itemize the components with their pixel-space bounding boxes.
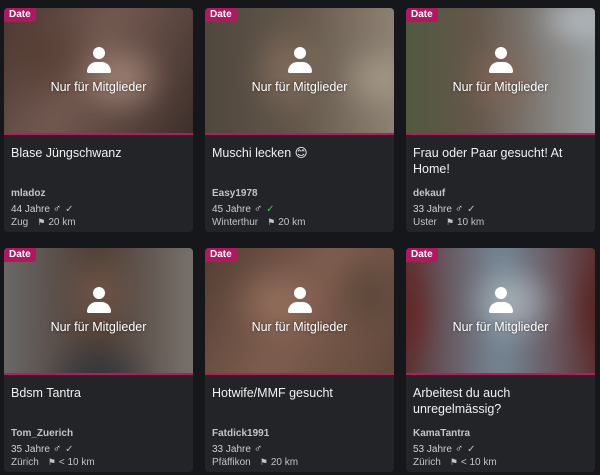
blurred-photo[interactable]: Date Nur für Mitglieder <box>205 248 394 375</box>
location-row: Pfäffikon ⚑ 20 km <box>212 457 298 468</box>
male-icon: ♂ <box>253 443 263 455</box>
date-badge: Date <box>4 8 36 22</box>
location-row: Uster ⚑ 10 km <box>413 217 484 228</box>
city: Uster <box>413 217 437 228</box>
date-badge: Date <box>205 248 237 262</box>
age-row: 53 Jahre ♂ ✓ <box>413 443 476 455</box>
male-icon: ♂ <box>52 203 62 215</box>
male-icon: ♂ <box>454 203 464 215</box>
age: 45 Jahre <box>212 203 251 215</box>
listing-title[interactable]: Frau oder Paar gesucht! At Home! <box>413 145 589 177</box>
male-icon: ♂ <box>52 443 62 455</box>
city: Pfäffikon <box>212 457 251 468</box>
blurred-photo[interactable]: Date Nur für Mitglieder <box>4 248 193 375</box>
verified-check-icon: ✓ <box>467 443 476 455</box>
city: Zürich <box>11 457 39 468</box>
city: Winterthur <box>212 217 259 228</box>
age: 44 Jahre <box>11 203 50 215</box>
location-row: Zürich ⚑ < 10 km <box>413 457 497 468</box>
user-silhouette-icon <box>488 47 513 75</box>
city: Zug <box>11 217 29 228</box>
listing-grid: Date Nur für Mitglieder Blase Jüngschwan… <box>0 0 600 475</box>
user-silhouette-icon <box>86 287 111 315</box>
members-only-label: Nur für Mitglieder <box>50 80 147 94</box>
flag-icon: ⚑ <box>445 217 454 227</box>
city: Zürich <box>413 457 441 468</box>
username[interactable]: KamaTantra <box>413 428 470 439</box>
male-icon: ♂ <box>454 443 464 455</box>
location-row: Zürich ⚑ < 10 km <box>11 457 95 468</box>
members-only-label: Nur für Mitglieder <box>251 320 348 334</box>
listing-card[interactable]: Date Nur für Mitglieder Hotwife/MMF gesu… <box>205 248 394 472</box>
age: 33 Jahre <box>212 443 251 455</box>
listing-card[interactable]: Date Nur für Mitglieder Blase Jüngschwan… <box>4 8 193 232</box>
listing-title[interactable]: Hotwife/MMF gesucht <box>212 385 388 401</box>
verified-check-icon: ✓ <box>467 203 476 215</box>
listing-title[interactable]: Bdsm Tantra <box>11 385 187 401</box>
user-silhouette-icon <box>287 47 312 75</box>
members-only-label: Nur für Mitglieder <box>452 80 549 94</box>
location-row: Zug ⚑ 20 km <box>11 217 76 228</box>
date-badge: Date <box>205 8 237 22</box>
listing-card[interactable]: Date Nur für Mitglieder Muschi lecken 😊 … <box>205 8 394 232</box>
flag-icon: ⚑ <box>259 457 268 467</box>
date-badge: Date <box>4 248 36 262</box>
members-only-label: Nur für Mitglieder <box>452 320 549 334</box>
listing-card[interactable]: Date Nur für Mitglieder Arbeitest du auc… <box>406 248 595 472</box>
age: 33 Jahre <box>413 203 452 215</box>
distance: 20 km <box>278 217 306 228</box>
flag-icon: ⚑ <box>267 217 276 227</box>
blurred-photo[interactable]: Date Nur für Mitglieder <box>4 8 193 135</box>
date-badge: Date <box>406 248 438 262</box>
male-icon: ♂ <box>253 203 263 215</box>
flag-icon: ⚑ <box>37 217 46 227</box>
members-only-label: Nur für Mitglieder <box>251 80 348 94</box>
blurred-photo[interactable]: Date Nur für Mitglieder <box>406 248 595 375</box>
username[interactable]: Tom_Zuerich <box>11 428 73 439</box>
listing-title[interactable]: Muschi lecken 😊 <box>212 145 388 161</box>
distance: 20 km <box>48 217 76 228</box>
blurred-photo[interactable]: Date Nur für Mitglieder <box>205 8 394 135</box>
age-row: 45 Jahre ♂ ✓ <box>212 203 275 215</box>
age-row: 44 Jahre ♂ ✓ <box>11 203 74 215</box>
user-silhouette-icon <box>488 287 513 315</box>
members-only-label: Nur für Mitglieder <box>50 320 147 334</box>
listing-card[interactable]: Date Nur für Mitglieder Bdsm Tantra Tom_… <box>4 248 193 472</box>
age-row: 33 Jahre ♂ <box>212 443 262 455</box>
date-badge: Date <box>406 8 438 22</box>
distance: 10 km <box>456 217 485 228</box>
verified-check-icon: ✓ <box>65 443 74 455</box>
listing-title[interactable]: Blase Jüngschwanz <box>11 145 187 161</box>
listing-title[interactable]: Arbeitest du auch unregelmässig? <box>413 385 589 417</box>
verified-check-icon: ✓ <box>266 203 275 215</box>
username[interactable]: dekauf <box>413 188 445 199</box>
flag-icon: ⚑ <box>449 457 458 467</box>
username[interactable]: Fatdick1991 <box>212 428 269 439</box>
flag-icon: ⚑ <box>47 457 56 467</box>
listing-card[interactable]: Date Nur für Mitglieder Frau oder Paar g… <box>406 8 595 232</box>
user-silhouette-icon <box>287 287 312 315</box>
username[interactable]: mladoz <box>11 188 45 199</box>
location-row: Winterthur ⚑ 20 km <box>212 217 305 228</box>
age: 53 Jahre <box>413 443 452 455</box>
username[interactable]: Easy1978 <box>212 188 258 199</box>
age-row: 35 Jahre ♂ ✓ <box>11 443 74 455</box>
verified-check-icon: ✓ <box>65 203 74 215</box>
distance: < 10 km <box>58 457 95 468</box>
distance: < 10 km <box>460 457 497 468</box>
user-silhouette-icon <box>86 47 111 75</box>
distance: 20 km <box>270 457 299 468</box>
age: 35 Jahre <box>11 443 50 455</box>
age-row: 33 Jahre ♂ ✓ <box>413 203 476 215</box>
blurred-photo[interactable]: Date Nur für Mitglieder <box>406 8 595 135</box>
